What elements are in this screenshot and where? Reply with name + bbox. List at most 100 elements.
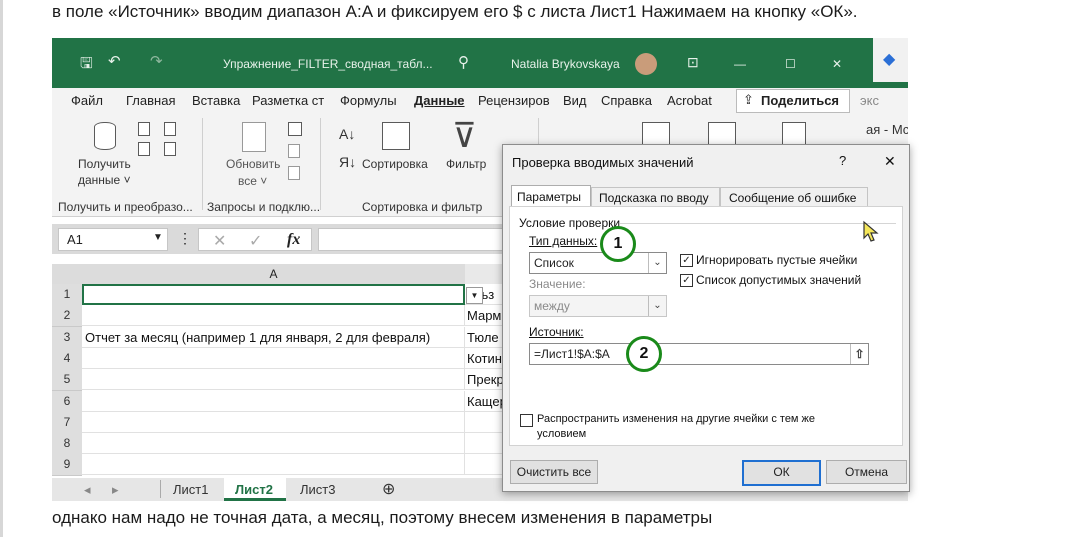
tab-home[interactable]: Главная: [126, 93, 175, 108]
next-sheet-icon[interactable]: ▸: [112, 482, 119, 498]
column-header-a[interactable]: A: [82, 264, 465, 284]
cell-a[interactable]: [82, 411, 465, 433]
ignore-blank-checkbox[interactable]: ✓: [680, 254, 693, 267]
cell-a[interactable]: [82, 390, 465, 412]
insert-function-icon[interactable]: fx: [287, 231, 300, 249]
sheet-tab-active[interactable]: Лист2: [224, 478, 286, 501]
row-header[interactable]: 4: [52, 347, 82, 370]
tab-parameters-label: Параметры: [517, 190, 581, 204]
cancel-icon[interactable]: ✕: [213, 231, 226, 251]
sheet-tab-2[interactable]: Лист2: [235, 482, 273, 497]
clear-all-button[interactable]: Очистить все: [510, 460, 598, 484]
help-icon[interactable]: ?: [839, 153, 846, 168]
value-select[interactable]: между ⌄: [529, 295, 667, 317]
tab-input-message[interactable]: Подсказка по вводу: [591, 187, 720, 207]
enter-icon[interactable]: ✓: [249, 231, 262, 251]
search-icon[interactable]: ⚲: [458, 53, 469, 71]
data-type-select[interactable]: Список ⌄: [529, 252, 667, 274]
cell-a[interactable]: [82, 369, 465, 391]
row-header[interactable]: 8: [52, 433, 82, 456]
row-header[interactable]: 1: [52, 284, 82, 306]
data-type-value: Список: [534, 256, 574, 270]
row-header[interactable]: 9: [52, 454, 82, 477]
refresh-all-button-2[interactable]: все ˅: [238, 174, 267, 188]
source-input[interactable]: =Лист1!$A:$A ⇧: [529, 343, 869, 365]
get-data-button[interactable]: Получить: [78, 157, 131, 171]
share-icon: ⇪: [743, 92, 754, 107]
redo-icon[interactable]: ↷: [150, 52, 163, 70]
cell-a[interactable]: [82, 305, 465, 327]
cell-a[interactable]: [82, 347, 465, 369]
cell-a[interactable]: [82, 454, 465, 476]
what-if-icon: [642, 122, 670, 146]
tab-error-alert[interactable]: Сообщение об ошибке: [720, 187, 868, 207]
cell-b[interactable]: Тюле: [465, 326, 505, 348]
behind-window-text-1: экс: [860, 93, 879, 108]
tab-insert[interactable]: Вставка: [192, 93, 240, 108]
collapse-dialog-icon[interactable]: ⇧: [850, 344, 868, 364]
cell-b[interactable]: Котин: [465, 347, 505, 369]
sort-button[interactable]: Сортировка: [362, 157, 428, 171]
recent-source-icon: [138, 142, 150, 156]
row-header[interactable]: 7: [52, 411, 82, 434]
row-header[interactable]: 5: [52, 369, 82, 392]
annotation-badge-2: 2: [626, 336, 662, 372]
cancel-button[interactable]: Отмена: [826, 460, 907, 484]
apply-all-checkbox[interactable]: [520, 414, 533, 427]
web-icon: [164, 122, 176, 136]
cell-b[interactable]: [465, 411, 505, 433]
close-icon[interactable]: ✕: [884, 153, 896, 170]
filter-button[interactable]: Фильтр: [446, 157, 486, 171]
cell-a[interactable]: [82, 284, 465, 305]
tab-parameters[interactable]: Параметры: [511, 185, 591, 207]
add-sheet-icon[interactable]: ⊕: [382, 479, 395, 499]
tab-review[interactable]: Рецензиров: [478, 93, 550, 108]
tab-data[interactable]: Данные: [414, 93, 465, 108]
cell-b[interactable]: [465, 433, 505, 455]
undo-icon[interactable]: ↶: [108, 52, 121, 70]
ribbon-display-icon[interactable]: ⊡: [687, 54, 699, 71]
cell-b[interactable]: Марм: [465, 305, 505, 327]
edit-links-icon: [288, 166, 300, 180]
tab-file[interactable]: Файл: [71, 93, 103, 108]
in-cell-dropdown-checkbox[interactable]: ✓: [680, 274, 693, 287]
select-all-corner[interactable]: [52, 264, 82, 284]
get-data-button-2[interactable]: данные ˅: [78, 173, 131, 187]
refresh-icon: [242, 122, 266, 152]
user-name: Natalia Brykovskaya: [511, 57, 620, 71]
cell-a[interactable]: Отчет за месяц (например 1 для января, 2…: [82, 326, 465, 348]
maximize-icon[interactable]: ☐: [785, 57, 796, 71]
row-header[interactable]: 3: [52, 326, 82, 349]
minimize-icon[interactable]: —: [734, 57, 746, 71]
share-label: Поделиться: [761, 93, 840, 108]
tab-acrobat[interactable]: Acrobat: [667, 93, 712, 108]
ok-button[interactable]: ОК: [742, 460, 821, 486]
annotation-badge-1: 1: [600, 226, 636, 262]
prev-sheet-icon[interactable]: ◂: [84, 482, 91, 498]
formula-controls: ✕ ✓ fx: [198, 228, 312, 251]
tab-panel: Условие проверки Тип данных: Список ⌄ ✓ …: [509, 206, 903, 446]
tab-page-layout[interactable]: Разметка ст: [252, 93, 324, 108]
cell-b[interactable]: [465, 454, 505, 476]
validation-dropdown-icon[interactable]: ▼: [466, 287, 483, 304]
name-box[interactable]: A1 ▼: [58, 228, 168, 251]
row-header[interactable]: 6: [52, 390, 82, 413]
row-header[interactable]: 2: [52, 305, 82, 328]
close-window-icon[interactable]: ✕: [832, 57, 842, 71]
avatar[interactable]: [635, 53, 657, 75]
tab-help[interactable]: Справка: [601, 93, 652, 108]
cell-b[interactable]: Кащер: [465, 390, 505, 412]
properties-icon: [288, 144, 300, 158]
sort-az-icon[interactable]: A↓: [339, 126, 355, 142]
section-divider: [620, 223, 896, 224]
tab-formulas[interactable]: Формулы: [340, 93, 397, 108]
sheet-tab-3[interactable]: Лист3: [300, 482, 335, 497]
share-button[interactable]: ⇪ Поделиться: [736, 89, 850, 113]
cell-b[interactable]: Прекр: [465, 369, 505, 391]
cell-a[interactable]: [82, 433, 465, 455]
tab-view[interactable]: Вид: [563, 93, 587, 108]
sort-za-icon[interactable]: Я↓: [339, 154, 356, 170]
refresh-all-button[interactable]: Обновить: [226, 157, 280, 171]
save-icon[interactable]: 🖫: [80, 53, 93, 78]
sheet-tab-1[interactable]: Лист1: [173, 482, 208, 497]
